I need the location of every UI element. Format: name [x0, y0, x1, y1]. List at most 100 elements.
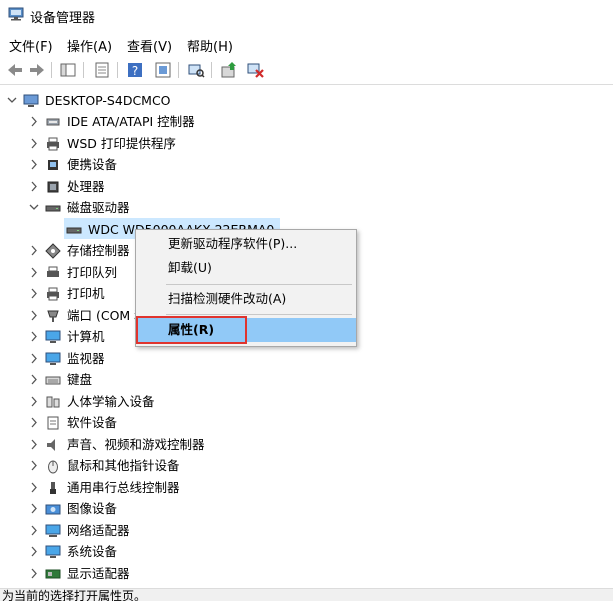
status-text: 为当前的选择打开属性页。 — [2, 589, 147, 601]
device-manager-icon — [8, 7, 24, 21]
tree-item-label: 系统设备 — [67, 544, 118, 559]
menu-view[interactable]: 查看(V) — [127, 36, 172, 55]
chevron-right-icon[interactable] — [28, 262, 40, 283]
forward-icon[interactable] — [27, 60, 47, 80]
wsd-printer-icon — [47, 137, 59, 151]
tree-item-label: IDE ATA/ATAPI 控制器 — [67, 114, 195, 129]
imaging-device-icon — [45, 504, 61, 515]
uninstall-device-icon[interactable] — [245, 60, 265, 80]
hid-icon — [46, 396, 60, 408]
chevron-right-icon[interactable] — [28, 434, 40, 455]
tree-category-item[interactable]: 键盘 — [0, 369, 300, 390]
properties-icon[interactable] — [92, 60, 112, 80]
toolbar: ? — [0, 58, 613, 82]
chevron-right-icon[interactable] — [28, 563, 40, 584]
chevron-right-icon[interactable] — [28, 498, 40, 519]
chevron-right-icon[interactable] — [28, 283, 40, 304]
chevron-down-icon[interactable] — [28, 197, 40, 218]
show-hide-console-tree-icon[interactable] — [58, 60, 78, 80]
chevron-right-icon[interactable] — [28, 240, 40, 261]
display-adapter-icon — [45, 569, 61, 579]
tree-category-item[interactable]: 软件设备 — [0, 412, 300, 433]
tree-category-item[interactable]: 便携设备 — [0, 154, 300, 175]
menu-item-scan-hardware[interactable]: 扫描检测硬件改动(A) — [136, 287, 356, 311]
update-driver-icon[interactable] — [219, 60, 239, 80]
chevron-right-icon[interactable] — [28, 326, 40, 347]
chevron-down-icon[interactable] — [6, 90, 18, 111]
tree-root-label: DESKTOP-S4DCMCO — [45, 93, 171, 108]
menu-bar: 文件(F) 操作(A) 查看(V) 帮助(H) — [0, 34, 613, 55]
ide-controller-icon — [46, 118, 60, 126]
tree-item-label: 打印队列 — [67, 265, 118, 280]
menu-action[interactable]: 操作(A) — [67, 36, 112, 55]
tree-category-item[interactable]: 人体学输入设备 — [0, 391, 300, 412]
svg-text:?: ? — [132, 64, 138, 78]
chevron-right-icon[interactable] — [28, 455, 40, 476]
tree-item-label: 图像设备 — [67, 501, 118, 516]
tree-item-label: 处理器 — [67, 179, 105, 194]
tree-item-label: 监视器 — [67, 351, 105, 366]
system-device-icon — [45, 545, 61, 558]
tree-item-label: 软件设备 — [67, 415, 118, 430]
mouse-icon — [48, 460, 58, 474]
scan-hardware-icon[interactable] — [186, 60, 206, 80]
menu-item-uninstall[interactable]: 卸载(U) — [136, 256, 356, 280]
monitor-icon — [45, 352, 61, 365]
sound-icon — [47, 439, 55, 451]
tree-item-label: 鼠标和其他指针设备 — [67, 458, 180, 473]
tree-category-item[interactable]: IDE ATA/ATAPI 控制器 — [0, 111, 300, 132]
disk-icon — [66, 227, 82, 234]
toolbar-separator — [178, 62, 179, 78]
chevron-right-icon[interactable] — [28, 391, 40, 412]
computer-root-icon — [23, 94, 39, 107]
title-bar: 设备管理器 — [0, 0, 613, 30]
tree-category-item[interactable]: 图像设备 — [0, 498, 300, 519]
tree-root[interactable]: DESKTOP-S4DCMCO — [0, 90, 300, 111]
show-hidden-icon[interactable] — [153, 60, 173, 80]
chevron-right-icon[interactable] — [28, 412, 40, 433]
help-icon[interactable]: ? — [125, 60, 145, 80]
tree-item-label: 磁盘驱动器 — [67, 200, 130, 215]
tree-item-label: 打印机 — [67, 286, 105, 301]
chevron-right-icon[interactable] — [28, 477, 40, 498]
tree-item-label: 网络适配器 — [67, 523, 130, 538]
menu-file[interactable]: 文件(F) — [9, 36, 53, 55]
storage-controller-icon — [45, 243, 61, 259]
tree-category-item[interactable]: 磁盘驱动器 — [0, 197, 300, 218]
back-icon[interactable] — [5, 60, 25, 80]
menu-help[interactable]: 帮助(H) — [187, 36, 233, 55]
processor-icon — [47, 181, 59, 193]
tree-category-item[interactable]: 通用串行总线控制器 — [0, 477, 300, 498]
chevron-right-icon[interactable] — [28, 541, 40, 562]
tree-category-item[interactable]: 声音、视频和游戏控制器 — [0, 434, 300, 455]
tree-category-item[interactable]: 处理器 — [0, 176, 300, 197]
disk-drive-icon — [45, 205, 61, 212]
tree-item-label: 计算机 — [67, 329, 105, 344]
chevron-right-icon[interactable] — [28, 111, 40, 132]
window-title: 设备管理器 — [30, 11, 96, 26]
tree-item-label: 人体学输入设备 — [67, 394, 155, 409]
keyboard-icon — [45, 376, 61, 385]
tree-item-label: 显示适配器 — [67, 566, 130, 581]
tree-category-item[interactable]: 显示适配器 — [0, 563, 300, 584]
tree-category-item[interactable]: WSD 打印提供程序 — [0, 133, 300, 154]
chevron-right-icon[interactable] — [28, 133, 40, 154]
chevron-right-icon[interactable] — [28, 154, 40, 175]
toolbar-separator — [117, 62, 118, 78]
portable-device-icon — [48, 160, 58, 170]
tree-category-item[interactable]: 网络适配器 — [0, 520, 300, 541]
tree-item-label: 便携设备 — [67, 157, 118, 172]
tree-item-label: 存储控制器 — [67, 243, 130, 258]
chevron-right-icon[interactable] — [28, 520, 40, 541]
tree-category-item[interactable]: 鼠标和其他指针设备 — [0, 455, 300, 476]
chevron-right-icon[interactable] — [28, 348, 40, 369]
menu-separator — [166, 284, 352, 285]
print-queue-icon — [47, 266, 59, 277]
chevron-right-icon[interactable] — [28, 305, 40, 326]
menu-item-update-driver[interactable]: 更新驱动程序软件(P)... — [136, 232, 356, 256]
chevron-right-icon[interactable] — [28, 176, 40, 197]
tree-category-item[interactable]: 监视器 — [0, 348, 300, 369]
chevron-right-icon[interactable] — [28, 369, 40, 390]
tree-category-item[interactable]: 系统设备 — [0, 541, 300, 562]
annotation-highlight-box — [136, 316, 247, 344]
